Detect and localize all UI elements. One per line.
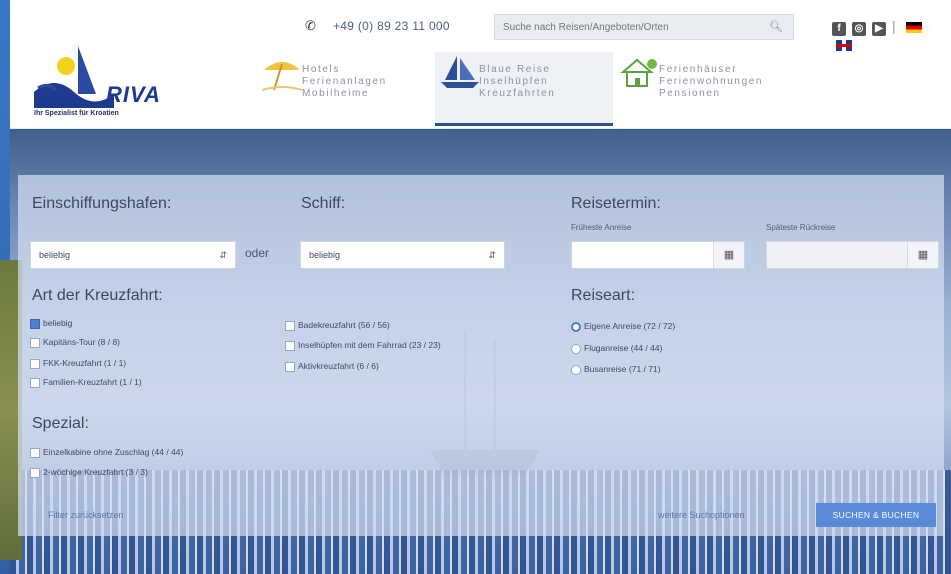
travel-option[interactable]: Busanreise (71 / 71) — [571, 364, 661, 375]
special-option[interactable]: 2-wöchige Kreuzfahrt (3 / 3) — [30, 467, 148, 478]
select-arrow-icon: ⇵ — [219, 250, 227, 260]
beach-umbrella-icon — [262, 62, 302, 91]
special-heading: Spezial: — [32, 415, 89, 432]
tab-holiday-homes-label: Ferienhäuser Ferienwohnungen Pensionen — [659, 64, 764, 99]
facebook-icon[interactable]: f — [832, 22, 846, 36]
checkbox[interactable] — [30, 358, 40, 369]
latest-date-input[interactable]: ▦ — [766, 241, 939, 269]
port-heading: Einschiffungshafen: — [32, 195, 172, 212]
checkbox[interactable] — [30, 467, 40, 478]
instagram-icon[interactable]: ◎ — [852, 22, 866, 36]
checkbox[interactable] — [285, 340, 295, 351]
radio-button[interactable] — [571, 364, 581, 375]
checkbox[interactable] — [285, 361, 295, 372]
earliest-label: Früheste Anreise — [571, 223, 632, 232]
tab-holiday-homes[interactable]: Ferienhäuser Ferienwohnungen Pensionen — [615, 52, 795, 126]
social-links: f ◎ ▶ | — [832, 18, 951, 52]
checkbox[interactable] — [30, 377, 40, 388]
logo[interactable]: RIVA Ihr Spezialist für Kroatien — [34, 44, 184, 124]
phone-icon: ✆ — [305, 18, 317, 33]
site-search: 🔍︎ — [494, 14, 794, 40]
tab-cruises-label: Blaue Reise Inselhüpfen Kreuzfahrten — [479, 64, 556, 99]
logo-graphic — [34, 46, 114, 108]
travel-mode-heading: Reiseart: — [571, 287, 636, 304]
type-option[interactable]: Badekreuzfahrt (56 / 56) — [285, 320, 390, 331]
search-icon[interactable]: 🔍︎ — [769, 20, 783, 33]
ship-select[interactable]: beliebig ⇵ — [300, 241, 505, 269]
type-option[interactable]: Kapitäns-Tour (8 / 8) — [30, 337, 120, 348]
uk-flag-icon[interactable] — [836, 39, 852, 51]
cruise-type-heading: Art der Kreuzfahrt: — [32, 287, 163, 304]
reset-filter-link[interactable]: Filter zurücksetzen — [48, 510, 124, 520]
checkbox[interactable] — [30, 337, 40, 348]
site-header: ✆ +49 (0) 89 23 11 000 🔍︎ f ◎ ▶ | RIVA Ihr S… — [10, 0, 951, 129]
radio-button[interactable] — [571, 343, 581, 354]
phone-contact[interactable]: ✆ +49 (0) 89 23 11 000 — [305, 18, 450, 34]
youtube-icon[interactable]: ▶ — [872, 22, 886, 36]
type-option[interactable]: Familien-Kreuzfahrt (1 / 1) — [30, 377, 142, 388]
latest-label: Späteste Rückreise — [766, 223, 836, 232]
sailboat-icon — [441, 56, 479, 88]
logo-tagline: Ihr Spezialist für Kroatien — [34, 110, 119, 117]
tab-hotels[interactable]: Hotels Ferienanlagen Mobilheime — [258, 52, 428, 126]
select-arrow-icon: ⇵ — [488, 250, 496, 260]
calendar-icon[interactable]: ▦ — [907, 242, 938, 268]
more-options-link[interactable]: weitere Suchoptionen — [658, 510, 745, 520]
calendar-icon[interactable]: ▦ — [713, 242, 744, 268]
search-book-button[interactable]: SUCHEN & BUCHEN — [816, 503, 936, 527]
checkbox[interactable] — [30, 318, 40, 329]
port-select[interactable]: beliebig ⇵ — [30, 241, 236, 269]
ship-heading: Schiff: — [301, 195, 346, 212]
type-option[interactable]: FKK-Kreuzfahrt (1 / 1) — [30, 358, 126, 369]
search-input[interactable] — [495, 15, 771, 39]
checkbox[interactable] — [30, 447, 40, 458]
special-option[interactable]: Einzelkabine ohne Zuschlag (44 / 44) — [30, 447, 183, 458]
divider: | — [892, 18, 896, 34]
german-flag-icon[interactable] — [905, 21, 922, 33]
logo-wordmark: RIVA — [106, 82, 161, 107]
type-option[interactable]: beliebig — [30, 318, 72, 329]
date-heading: Reisetermin: — [571, 195, 661, 212]
house-icon — [620, 58, 657, 87]
phone-number: +49 (0) 89 23 11 000 — [333, 19, 450, 33]
tab-cruises[interactable]: Blaue Reise Inselhüpfen Kreuzfahrten — [435, 52, 613, 126]
radio-button[interactable] — [571, 321, 581, 332]
travel-option[interactable]: Eigene Anreise (72 / 72) — [571, 321, 675, 332]
or-label: oder — [245, 246, 270, 260]
search-panel: Einschiffungshafen: beliebig ⇵ oder Schif… — [18, 175, 944, 536]
tab-hotels-label: Hotels Ferienanlagen Mobilheime — [302, 64, 387, 99]
travel-option[interactable]: Fluganreise (44 / 44) — [571, 343, 662, 354]
earliest-date-input[interactable]: ▦ — [571, 241, 745, 269]
type-option[interactable]: Inselhüpfen mit dem Fahrrad (23 / 23) — [285, 340, 441, 351]
type-option[interactable]: Aktivkreuzfahrt (6 / 6) — [285, 361, 379, 372]
checkbox[interactable] — [285, 320, 295, 331]
